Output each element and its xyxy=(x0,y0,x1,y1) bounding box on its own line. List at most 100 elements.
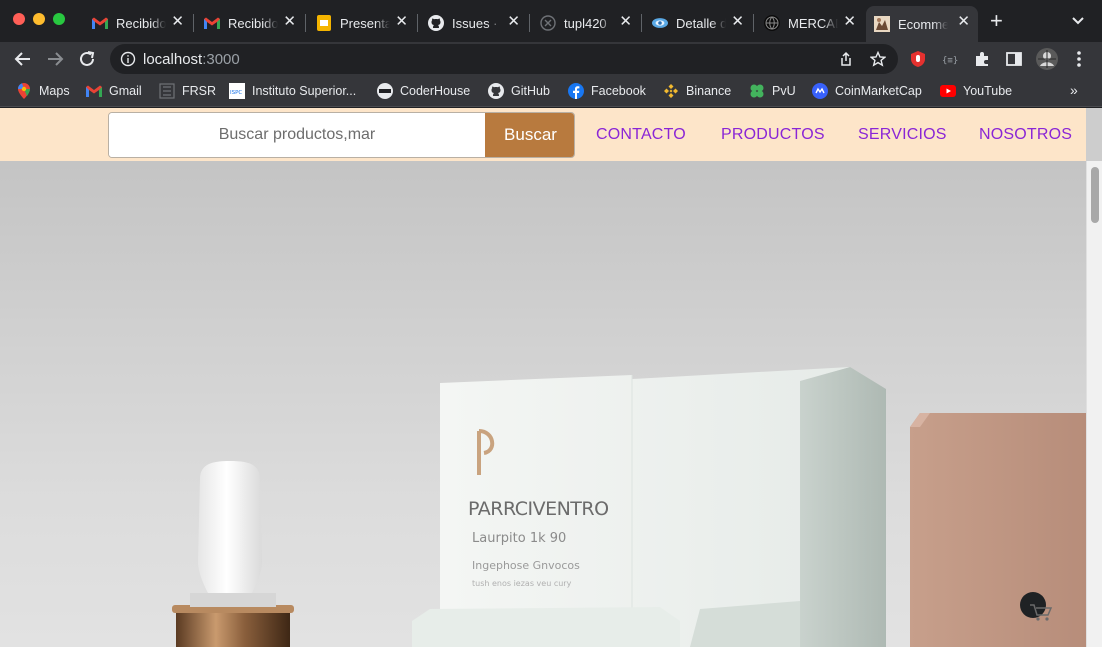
bookmark-label: YouTube xyxy=(963,84,1013,98)
url-host: localhost xyxy=(143,51,203,68)
tab-search-chevron-icon[interactable] xyxy=(1070,12,1086,28)
new-tab-button[interactable]: + xyxy=(990,10,1003,32)
tab-close-icon[interactable]: ✕ xyxy=(283,14,296,30)
reload-icon xyxy=(80,51,95,66)
browser-tab[interactable]: Recibido ✕ xyxy=(84,6,192,40)
json-extension-icon[interactable]: {≡} xyxy=(941,50,959,68)
ispc-icon: ISPC xyxy=(229,83,245,99)
tab-close-icon[interactable]: ✕ xyxy=(395,14,408,30)
tab-title: Issues · xyxy=(452,15,498,31)
bookmark-maps[interactable]: Maps xyxy=(16,82,70,100)
nav-link-nosotros[interactable]: NOSOTROS xyxy=(979,126,1072,144)
svg-text:ISPC: ISPC xyxy=(230,90,242,96)
cosmetics-product-photo xyxy=(172,367,1086,647)
nav-link-servicios[interactable]: SERVICIOS xyxy=(858,126,947,144)
gmail-icon xyxy=(92,15,108,31)
tab-title: Recibido xyxy=(116,15,166,31)
bookmark-coinmarketcap[interactable]: CoinMarketCap xyxy=(812,82,922,100)
tab-close-icon[interactable]: ✕ xyxy=(843,14,856,30)
browser-menu-kebab-icon[interactable] xyxy=(1070,50,1088,68)
tab-close-icon[interactable]: ✕ xyxy=(957,14,970,30)
address-bar[interactable]: localhost:3000 xyxy=(110,44,898,74)
youtube-icon xyxy=(940,83,956,99)
bookmark-label: Gmail xyxy=(109,84,142,98)
shopping-cart-icon[interactable] xyxy=(1028,602,1054,622)
package-text-line: Laurpito 1k 90 xyxy=(472,531,567,546)
bookmark-coderhouse[interactable]: CoderHouse xyxy=(377,82,470,100)
tab-title: MERCAD xyxy=(788,15,838,31)
search-button[interactable]: Buscar xyxy=(485,113,574,157)
browser-tab[interactable]: MERCAD ✕ xyxy=(756,6,864,40)
bookmark-gmail[interactable]: Gmail xyxy=(86,82,142,100)
globe-icon xyxy=(764,15,780,31)
nav-link-contacto[interactable]: CONTACTO xyxy=(596,126,686,144)
browser-toolbar: localhost:3000 {≡} xyxy=(0,42,1102,76)
eye-icon xyxy=(652,15,668,31)
site-info-icon[interactable] xyxy=(120,51,136,67)
side-panel-icon[interactable] xyxy=(1005,50,1023,68)
coinmarketcap-icon xyxy=(812,83,828,99)
bookmarks-overflow-icon[interactable]: » xyxy=(1070,82,1078,98)
coderhouse-icon xyxy=(377,83,393,99)
gmail-icon xyxy=(204,15,220,31)
bookmark-label: FRSR xyxy=(182,84,217,98)
slides-icon xyxy=(316,15,332,31)
bookmarks-bar: Maps Gmail FRSR ISPC Instituto Superior.… xyxy=(0,76,1102,107)
scrollbar-thumb[interactable] xyxy=(1091,167,1099,223)
browser-tab[interactable]: Recibido ✕ xyxy=(196,6,304,40)
adblock-extension-icon[interactable] xyxy=(909,50,927,68)
bookmark-instituto[interactable]: ISPC Instituto Superior... xyxy=(229,82,356,100)
bookmark-binance[interactable]: Binance xyxy=(663,82,731,100)
browser-tabstrip: Recibido ✕ Recibido ✕ Presenta ✕ Issues … xyxy=(0,0,1102,42)
bookmark-label: Instituto Superior... xyxy=(252,84,357,98)
bookmark-frsr[interactable]: FRSR xyxy=(159,82,216,100)
bookmark-youtube[interactable]: YouTube xyxy=(940,82,1012,100)
back-button[interactable] xyxy=(10,46,36,72)
nav-link-productos[interactable]: PRODUCTOS xyxy=(721,126,825,144)
tab-title: tupl420 xyxy=(564,15,607,31)
bookmark-label: GitHub xyxy=(511,84,550,98)
tab-close-icon[interactable]: ✕ xyxy=(619,14,632,30)
frsr-icon xyxy=(159,83,175,99)
bookmark-label: CoinMarketCap xyxy=(835,84,922,98)
extensions-puzzle-icon[interactable] xyxy=(973,50,991,68)
site-navbar: Buscar CONTACTO PRODUCTOS SERVICIOS NOSO… xyxy=(0,108,1086,161)
package-text-line: tush enos iezas veu cury xyxy=(472,579,572,588)
window-minimize-button[interactable] xyxy=(33,13,45,25)
ecommerce-icon xyxy=(874,16,890,32)
profile-avatar[interactable] xyxy=(1036,48,1058,70)
bookmark-github[interactable]: GitHub xyxy=(488,82,550,100)
bookmark-label: Binance xyxy=(686,84,732,98)
bookmark-pvu[interactable]: PvU xyxy=(749,82,796,100)
maps-icon xyxy=(16,83,32,99)
arrow-left-icon xyxy=(14,52,30,66)
share-icon[interactable] xyxy=(838,51,854,67)
forward-button[interactable] xyxy=(42,46,68,72)
browser-tab[interactable]: tupl420 ✕ xyxy=(532,6,640,40)
search-form: Buscar xyxy=(108,112,575,158)
tab-close-icon[interactable]: ✕ xyxy=(731,14,744,30)
package-text-line: Ingephose Gnvocos xyxy=(472,559,580,572)
github-icon xyxy=(488,83,504,99)
search-input[interactable] xyxy=(109,113,485,157)
browser-tab[interactable]: Detalle d ✕ xyxy=(644,6,752,40)
tab-title: Ecomme xyxy=(898,16,948,32)
arrow-right-icon xyxy=(48,52,64,66)
page-scrollbar[interactable] xyxy=(1086,161,1102,647)
tab-close-icon[interactable]: ✕ xyxy=(171,14,184,30)
tab-title: Recibido xyxy=(228,15,278,31)
package-brand-text: PARRCIVENTRO xyxy=(468,498,609,520)
bookmark-star-icon[interactable] xyxy=(869,50,887,67)
window-close-button[interactable] xyxy=(13,13,25,25)
window-zoom-button[interactable] xyxy=(53,13,65,25)
browser-tab[interactable]: Issues · ✕ xyxy=(420,6,528,40)
hero-banner-image: PARRCIVENTRO Laurpito 1k 90 Ingephose Gn… xyxy=(0,161,1086,647)
browser-tab-active[interactable]: Ecomme ✕ xyxy=(866,6,978,42)
address-url: localhost:3000 xyxy=(143,51,240,68)
bookmark-facebook[interactable]: Facebook xyxy=(568,82,646,100)
browser-tab[interactable]: Presenta ✕ xyxy=(308,6,416,40)
tab-close-icon[interactable]: ✕ xyxy=(507,14,520,30)
url-port: :3000 xyxy=(202,51,240,68)
bookmark-label: Maps xyxy=(39,84,70,98)
reload-button[interactable] xyxy=(74,46,100,72)
